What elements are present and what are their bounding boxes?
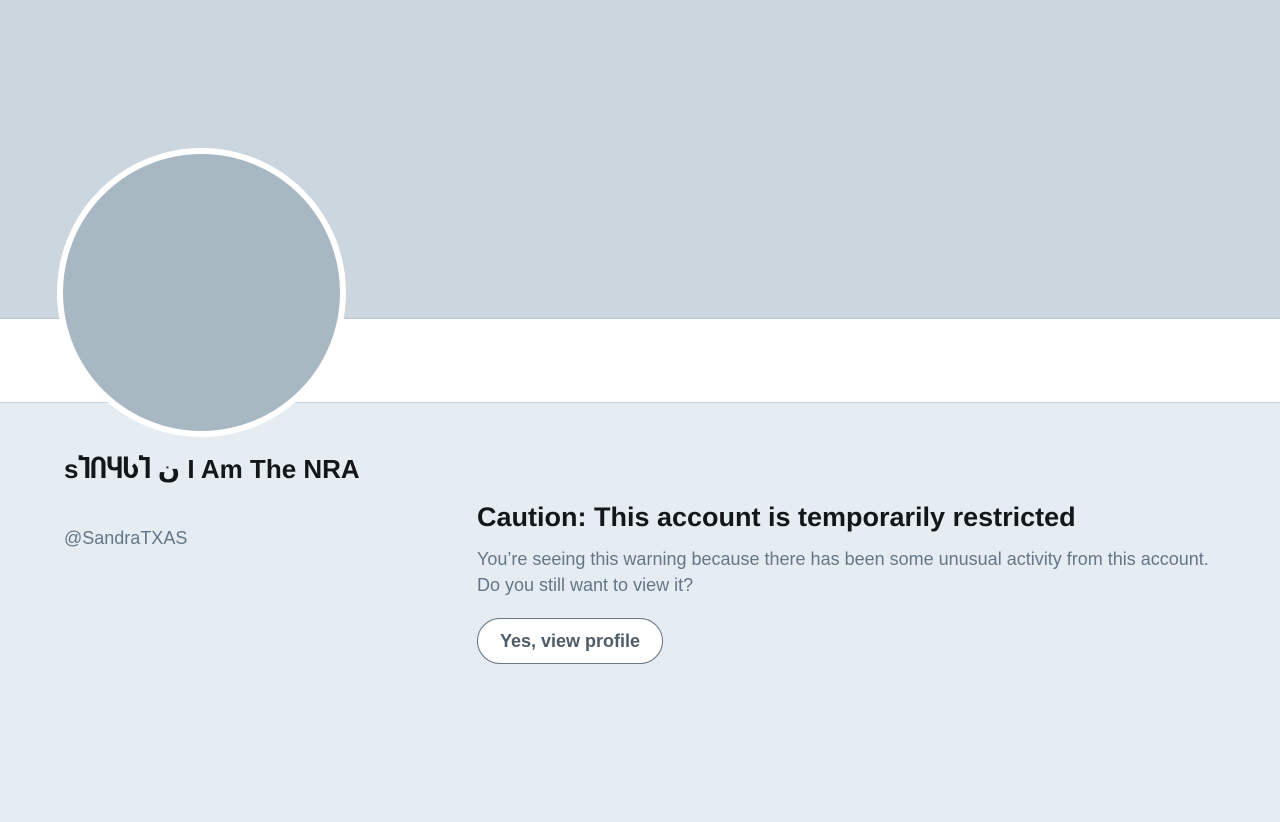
profile-avatar [57,148,346,437]
profile-display-name: ѕႨႶႷႱႨ ن I Am The NRA [64,454,360,484]
profile-handle: @SandraTXAS [64,528,188,548]
view-profile-button[interactable]: Yes, view profile [477,618,664,664]
warning-title: Caution: This account is temporarily res… [477,502,1076,532]
warning-message: You’re seeing this warning because there… [477,549,1209,595]
profile-page: ѕႨႶႷႱႨ ن I Am The NRA @SandraTXAS Cautio… [0,0,1280,822]
restricted-account-warning: Caution: This account is temporarily res… [477,498,1217,664]
